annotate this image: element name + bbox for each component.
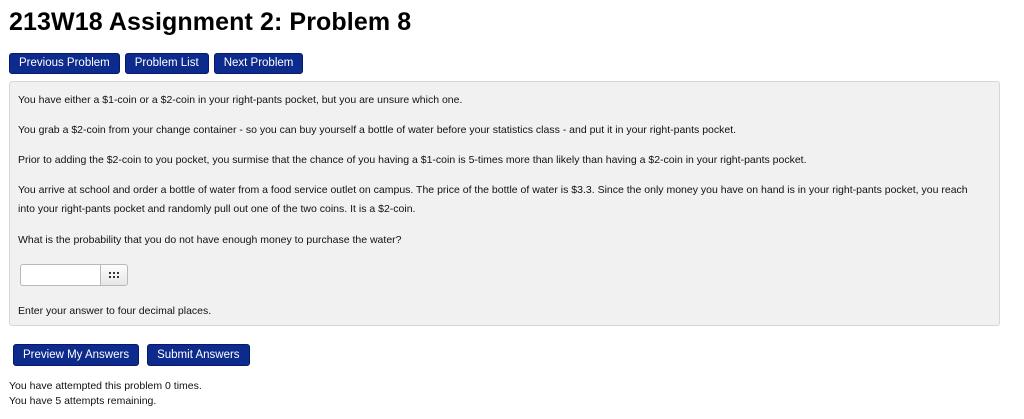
- page-title: 213W18 Assignment 2: Problem 8: [9, 8, 412, 36]
- submit-answers-button[interactable]: Submit Answers: [147, 344, 250, 366]
- problem-question: What is the probability that you do not …: [18, 234, 402, 246]
- previous-problem-button[interactable]: Previous Problem: [9, 53, 120, 74]
- answer-field-group: [20, 264, 128, 286]
- equation-palette-button[interactable]: [100, 264, 128, 286]
- problem-paragraph-2: You grab a $2-coin from your change cont…: [18, 124, 737, 136]
- page: 213W18 Assignment 2: Problem 8 Previous …: [0, 0, 1024, 419]
- preview-answers-button[interactable]: Preview My Answers: [13, 344, 140, 366]
- problem-panel: You have either a $1-coin or a $2-coin i…: [9, 81, 1000, 326]
- problem-nav: Previous Problem Problem List Next Probl…: [9, 53, 304, 74]
- attempts-made-text: You have attempted this problem 0 times.: [9, 380, 202, 392]
- problem-paragraph-4: You arrive at school and order a bottle …: [18, 184, 968, 215]
- answer-actions: Preview My Answers Submit Answers: [13, 344, 250, 366]
- next-problem-button[interactable]: Next Problem: [213, 53, 304, 74]
- answer-instruction: Enter your answer to four decimal places…: [18, 305, 212, 317]
- problem-paragraph-3: Prior to adding the $2-coin to you pocke…: [18, 154, 807, 166]
- attempts-remaining-text: You have 5 attempts remaining.: [9, 395, 157, 407]
- grid-icon: [109, 271, 119, 278]
- answer-input[interactable]: [20, 264, 100, 286]
- problem-list-button[interactable]: Problem List: [124, 53, 209, 74]
- problem-paragraph-1: You have either a $1-coin or a $2-coin i…: [18, 94, 463, 106]
